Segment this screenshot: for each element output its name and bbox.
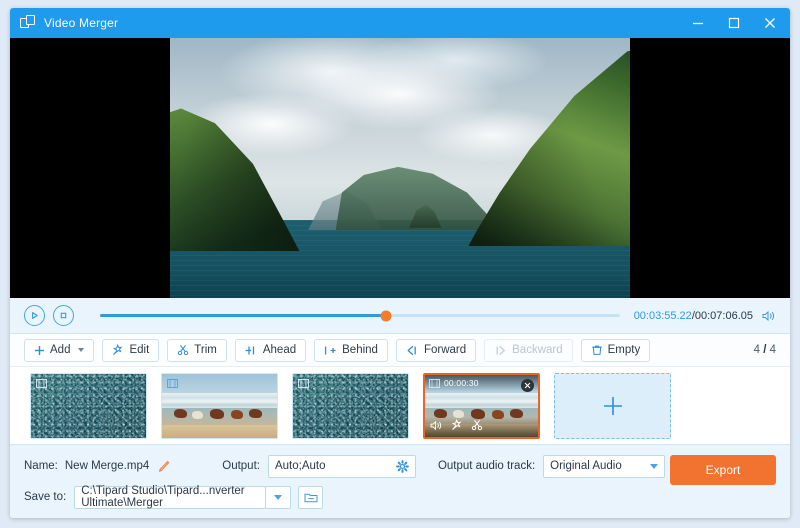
export-button-label: Export bbox=[705, 463, 741, 477]
save-to-field[interactable]: C:\Tipard Studio\Tipard...nverter Ultima… bbox=[74, 485, 267, 509]
editing-toolbar: Add Edit Trim Ahead Behind Forward Backw… bbox=[10, 334, 790, 367]
forward-button-label: Forward bbox=[423, 344, 467, 356]
chevron-down-icon[interactable] bbox=[650, 463, 659, 469]
clip-tools bbox=[425, 416, 538, 437]
output-label: Output: bbox=[222, 460, 260, 472]
output-value: Auto;Auto bbox=[274, 460, 326, 472]
folder-icon bbox=[304, 493, 318, 503]
minimize-icon[interactable] bbox=[680, 8, 716, 38]
clip-counter-total: 4 bbox=[769, 344, 776, 356]
ahead-button-label: Ahead bbox=[262, 344, 297, 356]
browse-folder-button[interactable] bbox=[298, 485, 324, 509]
clip-duration: 00:00:30 bbox=[444, 378, 479, 388]
stop-icon[interactable] bbox=[53, 305, 74, 326]
remove-clip-icon[interactable] bbox=[521, 378, 534, 392]
output-field[interactable]: Auto;Auto bbox=[267, 454, 416, 478]
title-bar: Video Merger bbox=[10, 8, 790, 38]
progress-knob[interactable] bbox=[380, 310, 392, 321]
film-clip-icon bbox=[298, 378, 309, 388]
backward-button: Backward bbox=[484, 338, 573, 362]
name-value: New Merge.mp4 bbox=[64, 460, 150, 472]
clip-counter: 4 / 4 bbox=[754, 344, 776, 356]
merge-windows-icon bbox=[20, 15, 36, 31]
audio-track-select[interactable]: Original Audio bbox=[543, 454, 666, 478]
ahead-button[interactable]: Ahead bbox=[234, 338, 307, 362]
insert-ahead-icon bbox=[245, 345, 258, 356]
clip-counter-separator: / bbox=[763, 344, 767, 356]
horses-beach-image bbox=[162, 373, 277, 438]
move-forward-icon bbox=[406, 345, 419, 356]
magic-wand-icon[interactable] bbox=[451, 418, 463, 436]
behind-button-label: Behind bbox=[342, 344, 378, 356]
playback-bar: 00:03:55.22/00:07:06.05 bbox=[10, 298, 790, 334]
film-clip-icon bbox=[36, 378, 47, 388]
save-to-label: Save to: bbox=[24, 491, 67, 503]
forward-button[interactable]: Forward bbox=[395, 338, 477, 362]
backward-button-label: Backward bbox=[512, 344, 563, 356]
current-time: 00:03:55.22 bbox=[633, 309, 692, 322]
clip-counter-current: 4 bbox=[753, 344, 760, 356]
clip-thumbnail-4[interactable]: 00:00:30 bbox=[423, 372, 540, 439]
clip-strip: 00:00:30 bbox=[10, 367, 790, 444]
film-clip-icon bbox=[429, 378, 440, 388]
name-label: Name: bbox=[24, 460, 58, 472]
audio-track-label: Output audio track: bbox=[437, 460, 536, 472]
save-to-row: Save to: C:\Tipard Studio\Tipard...nvert… bbox=[24, 484, 776, 510]
progress-track[interactable] bbox=[100, 310, 620, 321]
gear-icon[interactable] bbox=[396, 459, 409, 473]
edit-button-label: Edit bbox=[129, 344, 150, 356]
scissors-icon[interactable] bbox=[471, 418, 483, 436]
add-button-label: Add bbox=[50, 344, 71, 356]
close-icon[interactable] bbox=[752, 8, 788, 38]
plus-icon bbox=[603, 396, 622, 415]
output-settings: Name: New Merge.mp4 Output: Auto;Auto Ou… bbox=[10, 444, 790, 518]
window-title: Video Merger bbox=[44, 16, 119, 30]
save-to-value: C:\Tipard Studio\Tipard...nverter Ultima… bbox=[81, 485, 245, 509]
empty-button[interactable]: Empty bbox=[580, 338, 651, 362]
chevron-down-icon[interactable] bbox=[274, 494, 283, 500]
export-button[interactable]: Export bbox=[670, 455, 776, 485]
trash-icon bbox=[591, 344, 603, 356]
video-preview[interactable] bbox=[10, 38, 790, 298]
audio-track-value: Original Audio bbox=[550, 460, 622, 472]
film-clip-icon bbox=[167, 378, 178, 388]
window-controls bbox=[680, 8, 788, 38]
scissors-icon bbox=[177, 344, 189, 356]
move-backward-icon bbox=[494, 345, 507, 356]
volume-icon[interactable] bbox=[430, 418, 443, 436]
video-frame bbox=[170, 38, 630, 298]
add-clip-slot[interactable] bbox=[554, 372, 671, 439]
magic-wand-icon bbox=[112, 344, 124, 356]
empty-button-label: Empty bbox=[607, 344, 641, 356]
trim-button-label: Trim bbox=[194, 344, 217, 356]
chevron-down-icon[interactable] bbox=[78, 348, 85, 352]
time-display: 00:03:55.22/00:07:06.05 bbox=[634, 310, 753, 322]
pencil-icon[interactable] bbox=[157, 460, 170, 473]
volume-icon[interactable] bbox=[762, 310, 776, 322]
name-row: Name: New Merge.mp4 Output: Auto;Auto Ou… bbox=[24, 453, 776, 479]
behind-button[interactable]: Behind bbox=[314, 338, 388, 362]
play-icon[interactable] bbox=[24, 305, 45, 326]
clip-thumbnail-2[interactable] bbox=[161, 372, 278, 439]
add-button[interactable]: Add bbox=[24, 338, 95, 362]
app-root: Video Merger 00:03:55.22/00:07:06.05 Add… bbox=[0, 0, 800, 528]
trim-button[interactable]: Trim bbox=[167, 338, 227, 362]
clip-thumbnail-3[interactable] bbox=[292, 372, 409, 439]
insert-behind-icon bbox=[324, 345, 337, 356]
save-to-dropdown[interactable] bbox=[265, 485, 292, 509]
progress-slider[interactable] bbox=[100, 309, 620, 323]
progress-fill bbox=[100, 314, 386, 317]
clip-thumbnail-1[interactable] bbox=[30, 372, 147, 439]
maximize-icon[interactable] bbox=[716, 8, 752, 38]
plus-icon bbox=[34, 345, 45, 356]
total-time: 00:07:06.05 bbox=[694, 309, 753, 322]
video-merger-window: Video Merger 00:03:55.22/00:07:06.05 Add… bbox=[10, 8, 790, 518]
edit-button[interactable]: Edit bbox=[102, 338, 160, 362]
